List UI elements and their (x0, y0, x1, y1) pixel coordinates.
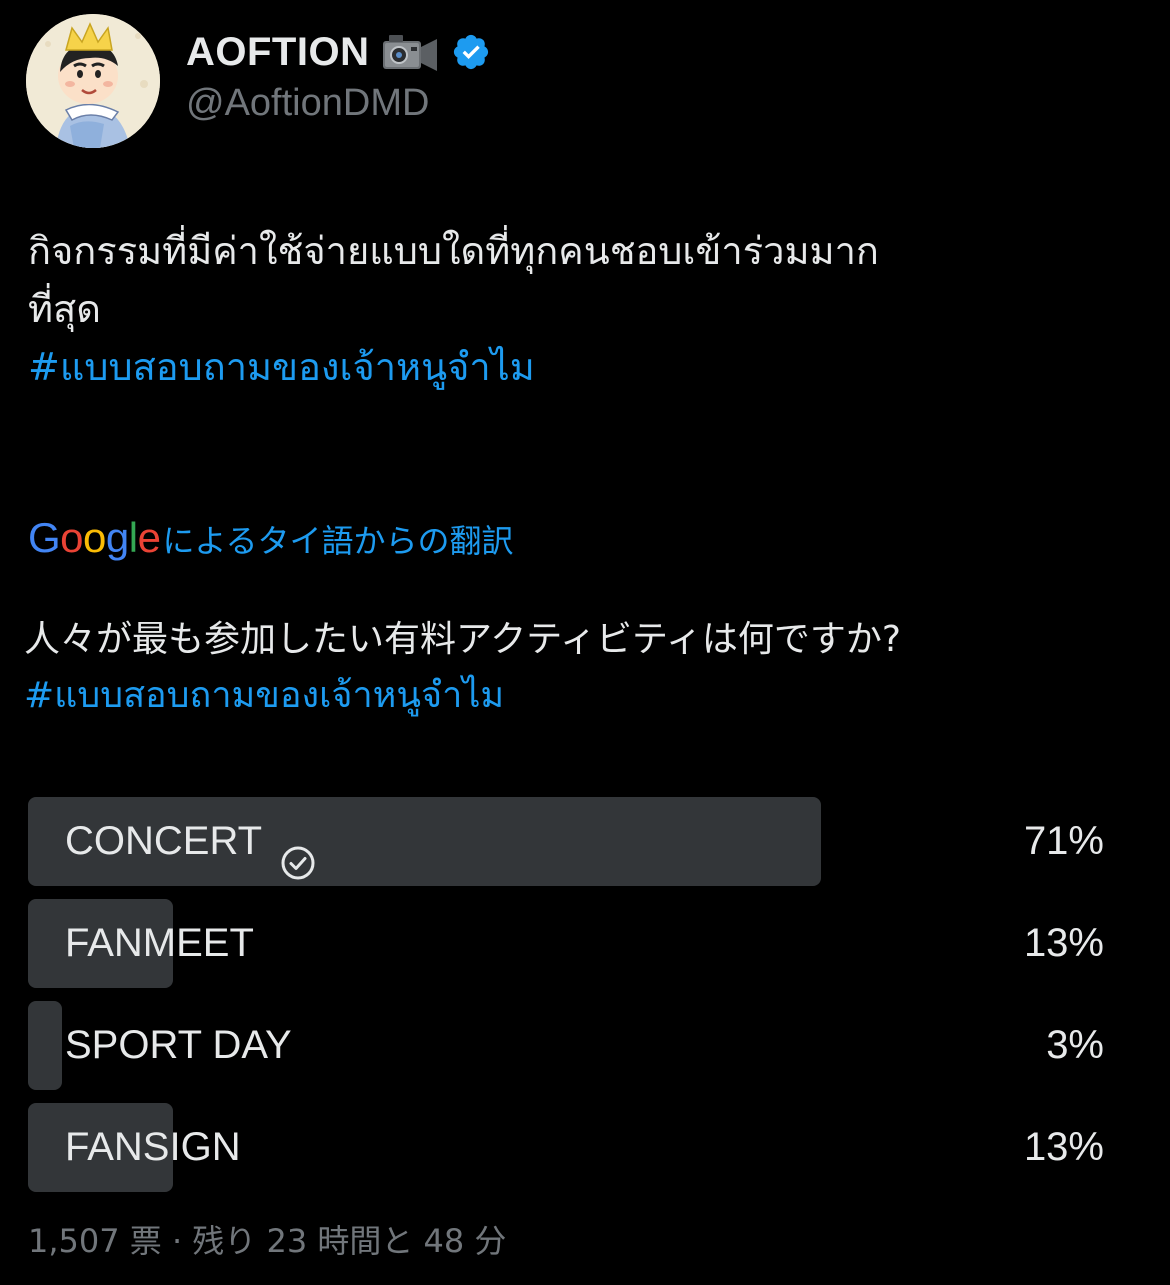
poll-option-percent: 71% (1023, 819, 1104, 863)
poll-option-concert[interactable]: CONCERT 71% (28, 797, 1118, 886)
poll-option-text: FANSIGN (65, 1125, 241, 1169)
poll-option-fanmeet[interactable]: FANMEET 13% (28, 899, 1118, 988)
poll-footer: 1,507 票 · 残り 23 時間と 48 分 (28, 1222, 507, 1260)
poll-option-text: SPORT DAY (65, 1023, 292, 1067)
avatar[interactable] (26, 14, 160, 148)
video-camera-icon (381, 31, 439, 73)
translation-label[interactable]: Google によるタイ語からの翻訳 (28, 514, 514, 566)
poll-option-label: FANMEET (65, 899, 254, 988)
tweet-text: กิจกรรมที่มีค่าใช้จ่ายแบบใดที่ทุกคนชอบเข… (28, 222, 1138, 396)
user-handle[interactable]: @AoftionDMD (186, 82, 429, 125)
user-name-row: AOFTION (186, 26, 491, 78)
tweet-hashtag-link[interactable]: #แบบสอบถามของเจ้าหนูจำไม (28, 338, 1138, 396)
poll-option-label: CONCERT (65, 797, 316, 886)
poll: CONCERT 71% FANMEET 13% SPORT DAY 3% FAN… (28, 797, 1118, 1205)
poll-option-label: FANSIGN (65, 1103, 241, 1192)
translated-hashtag-link[interactable]: #แบบสอบถามของเจ้าหนูจำไม (24, 668, 1144, 724)
verified-badge-icon[interactable] (451, 32, 491, 72)
avatar-image (26, 14, 160, 148)
google-logo: Google (28, 514, 161, 561)
display-name[interactable]: AOFTION (186, 30, 369, 75)
tweet-text-line-1: กิจกรรมที่มีค่าใช้จ่ายแบบใดที่ทุกคนชอบเข… (28, 229, 879, 273)
poll-option-text: FANMEET (65, 921, 254, 965)
tweet-text-line-2: ที่สุด (28, 287, 101, 331)
check-circle-icon (280, 824, 316, 879)
translated-text-line: 人々が最も参加したい有料アクティビティは何ですか? (24, 619, 901, 660)
poll-option-percent: 3% (1046, 1023, 1104, 1067)
poll-option-percent: 13% (1023, 921, 1104, 965)
poll-option-label: SPORT DAY (65, 1001, 292, 1090)
poll-option-percent: 13% (1023, 1125, 1104, 1169)
poll-option-fansign[interactable]: FANSIGN 13% (28, 1103, 1118, 1192)
poll-option-text: CONCERT (65, 819, 263, 863)
translation-label-text[interactable]: によるタイ語からの翻訳 (162, 516, 513, 562)
translated-text: 人々が最も参加したい有料アクティビティは何ですか? #แบบสอบถามของเ… (24, 612, 1144, 724)
poll-option-sport-day[interactable]: SPORT DAY 3% (28, 1001, 1118, 1090)
poll-bar (28, 1001, 62, 1090)
